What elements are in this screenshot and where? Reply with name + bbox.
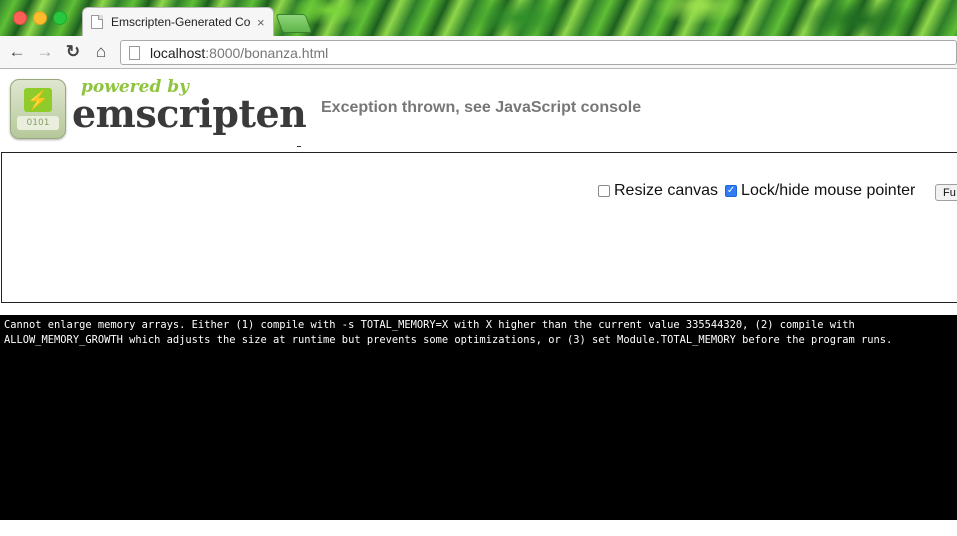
lock-pointer-label: Lock/hide mouse pointer	[741, 182, 916, 199]
browser-tab[interactable]: Emscripten-Generated Co ×	[82, 7, 274, 36]
browser-titlebar: Emscripten-Generated Co ×	[0, 0, 957, 36]
logo-wordmark: emscripten	[72, 91, 307, 136]
emscripten-badge-icon: ⚡ 0101	[10, 79, 66, 139]
lock-pointer-checkbox[interactable]: ✓	[725, 185, 738, 197]
maximize-window-button[interactable]	[53, 11, 67, 25]
reload-icon[interactable]: ↻	[63, 42, 83, 62]
address-bar[interactable]: localhost:8000/bonanza.html	[120, 40, 957, 65]
browser-toolbar: ← → ↻ ⌂ localhost:8000/bonanza.html	[0, 36, 957, 69]
minimize-window-button[interactable]	[33, 11, 47, 25]
forward-arrow-icon[interactable]: →	[35, 42, 55, 62]
tab-close-icon[interactable]: ×	[257, 15, 265, 30]
resize-canvas-label: Resize canvas	[614, 182, 719, 199]
emscripten-canvas[interactable]	[1, 152, 957, 303]
new-tab-button[interactable]	[275, 14, 313, 33]
emscripten-logo[interactable]: ⚡ 0101 powered by emscripten	[10, 77, 307, 143]
page-icon	[91, 15, 103, 29]
resize-canvas-checkbox[interactable]	[598, 185, 610, 197]
progress-marker	[297, 146, 301, 147]
url-host: localhost	[150, 44, 206, 61]
close-window-button[interactable]	[13, 11, 27, 25]
badge-label: 0101	[17, 116, 59, 130]
status-message: Exception thrown, see JavaScript console	[321, 99, 642, 116]
page-icon	[129, 45, 140, 60]
lightning-bolt-icon: ⚡	[24, 88, 52, 112]
url-path: :8000/bonanza.html	[205, 44, 329, 61]
tab-title: Emscripten-Generated Co	[111, 15, 251, 29]
fullscreen-button[interactable]: Fu	[935, 184, 957, 201]
canvas-controls: Resize canvas ✓ Lock/hide mouse pointer	[598, 182, 915, 200]
output-console[interactable]: Cannot enlarge memory arrays. Either (1)…	[0, 315, 957, 520]
home-icon[interactable]: ⌂	[91, 42, 111, 62]
back-arrow-icon[interactable]: ←	[7, 42, 27, 62]
